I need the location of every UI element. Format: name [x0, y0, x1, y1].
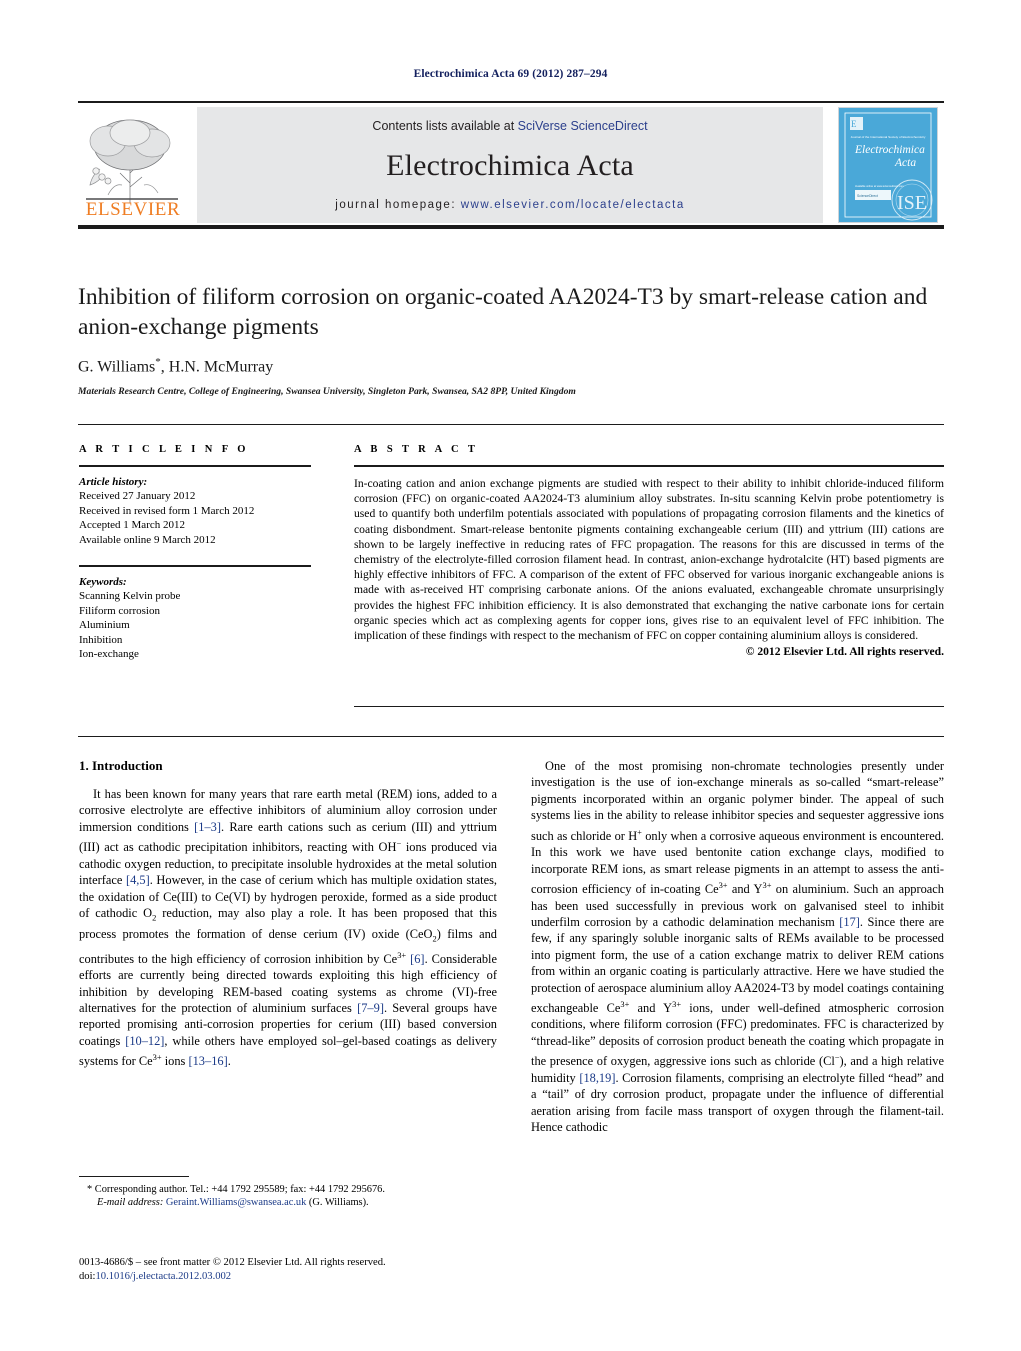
keywords-rule: [79, 565, 311, 567]
imprint-block: 0013-4686/$ – see front matter © 2012 El…: [79, 1256, 509, 1284]
abstract-column: A B S T R A C T In-coating cation and an…: [354, 444, 944, 658]
body-top-rule: [78, 736, 944, 737]
abstract-heading: A B S T R A C T: [354, 444, 479, 455]
keyword-item: Inhibition: [79, 633, 123, 646]
keyword-item: Aluminium: [79, 619, 130, 631]
svg-text:E: E: [851, 119, 857, 129]
svg-text:Journal of the International S: Journal of the International Society of …: [851, 135, 926, 139]
article-first-page: Electrochimica Acta 69 (2012) 287–294 EL…: [0, 0, 1021, 1351]
keyword-item: Ion-exchange: [79, 648, 139, 660]
article-info-heading: A R T I C L E I N F O: [79, 444, 249, 455]
history-item: Available online 9 March 2012: [79, 533, 216, 546]
keyword-item: Filiform corrosion: [79, 604, 160, 617]
section-heading-introduction: 1. Introduction: [79, 758, 163, 773]
author-list: G. Williams*, H.N. McMurray: [78, 356, 944, 376]
email-link[interactable]: Geraint.Williams@swansea.ac.uk: [166, 1197, 306, 1208]
author-first: G. Williams: [78, 358, 156, 376]
journal-title: Electrochimica Acta: [386, 149, 634, 182]
abstract-copyright: © 2012 Elsevier Ltd. All rights reserved…: [745, 645, 944, 659]
info-section-top-rule: [78, 424, 944, 425]
issn-line: 0013-4686/$ – see front matter © 2012 El…: [79, 1257, 386, 1268]
footnote-block: * Corresponding author. Tel.: +44 1792 2…: [79, 1176, 497, 1210]
history-item: Received 27 January 2012: [79, 490, 196, 502]
contents-available-line: Contents lists available at SciVerse Sci…: [197, 119, 823, 133]
journal-homepage-link[interactable]: www.elsevier.com/locate/electacta: [461, 199, 685, 211]
email-note: E-mail address: Geraint.Williams@swansea…: [79, 1196, 497, 1209]
page-title: Inhibition of filiform corrosion on orga…: [78, 284, 928, 340]
svg-text:ISE: ISE: [897, 192, 927, 214]
homepage-prefix: journal homepage:: [335, 199, 461, 211]
title-block: Inhibition of filiform corrosion on orga…: [78, 282, 944, 397]
body-column-right: One of the most promising non-chromate t…: [531, 758, 944, 1135]
body-column-left: 1. Introduction It has been known for ma…: [79, 758, 497, 1070]
svg-text:Electrochimica: Electrochimica: [854, 144, 925, 156]
paragraph-intro-right: One of the most promising non-chromate t…: [531, 759, 945, 1135]
article-info-column: A R T I C L E I N F O Article history: R…: [79, 444, 311, 662]
journal-reference-line: Electrochimica Acta 69 (2012) 287–294: [413, 68, 608, 80]
abstract-rule: [354, 465, 944, 467]
email-suffix: (G. Williams).: [306, 1197, 369, 1209]
keywords-label: Keywords:: [79, 576, 127, 588]
masthead-top-rule: [78, 101, 944, 103]
affiliation: Materials Research Centre, College of En…: [78, 386, 576, 398]
svg-text:ScienceDirect: ScienceDirect: [857, 194, 878, 198]
doi-label: doi:: [79, 1271, 96, 1282]
journal-homepage-line: journal homepage: www.elsevier.com/locat…: [197, 199, 823, 211]
elsevier-tree-icon: [86, 119, 178, 203]
svg-text:Acta: Acta: [894, 157, 916, 169]
elsevier-logo: ELSEVIER: [78, 107, 186, 223]
history-item: Accepted 1 March 2012: [79, 519, 185, 531]
journal-masthead: ELSEVIER Contents lists available at Sci…: [78, 101, 944, 229]
article-history-label: Article history:: [79, 476, 148, 488]
history-item: Received in revised form 1 March 2012: [79, 504, 255, 517]
abstract-bottom-rule: [354, 706, 944, 707]
journal-cover-thumbnail[interactable]: E Journal of the International Society o…: [838, 107, 938, 223]
paragraph-intro-left: It has been known for many years that ra…: [79, 787, 498, 1069]
masthead-contents-box: Contents lists available at SciVerse Sci…: [197, 107, 823, 223]
contents-prefix: Contents lists available at: [372, 119, 518, 133]
keyword-item: Scanning Kelvin probe: [79, 590, 181, 602]
doi-link[interactable]: 10.1016/j.electacta.2012.03.002: [95, 1271, 231, 1282]
footnote-rule: [79, 1176, 189, 1177]
doi-line: doi:10.1016/j.electacta.2012.03.002: [79, 1270, 509, 1284]
author-rest: , H.N. McMurray: [160, 358, 274, 376]
masthead-bottom-rule: [78, 225, 944, 229]
article-info-rule: [79, 465, 311, 467]
corresponding-author-note: * Corresponding author. Tel.: +44 1792 2…: [87, 1184, 385, 1195]
sciencedirect-link[interactable]: SciVerse ScienceDirect: [518, 119, 648, 133]
email-label: E-mail address:: [97, 1197, 164, 1209]
elsevier-wordmark: ELSEVIER: [85, 199, 181, 220]
abstract-text: In-coating cation and anion exchange pig…: [354, 477, 944, 643]
cover-art-icon: E Journal of the International Society o…: [839, 108, 937, 222]
